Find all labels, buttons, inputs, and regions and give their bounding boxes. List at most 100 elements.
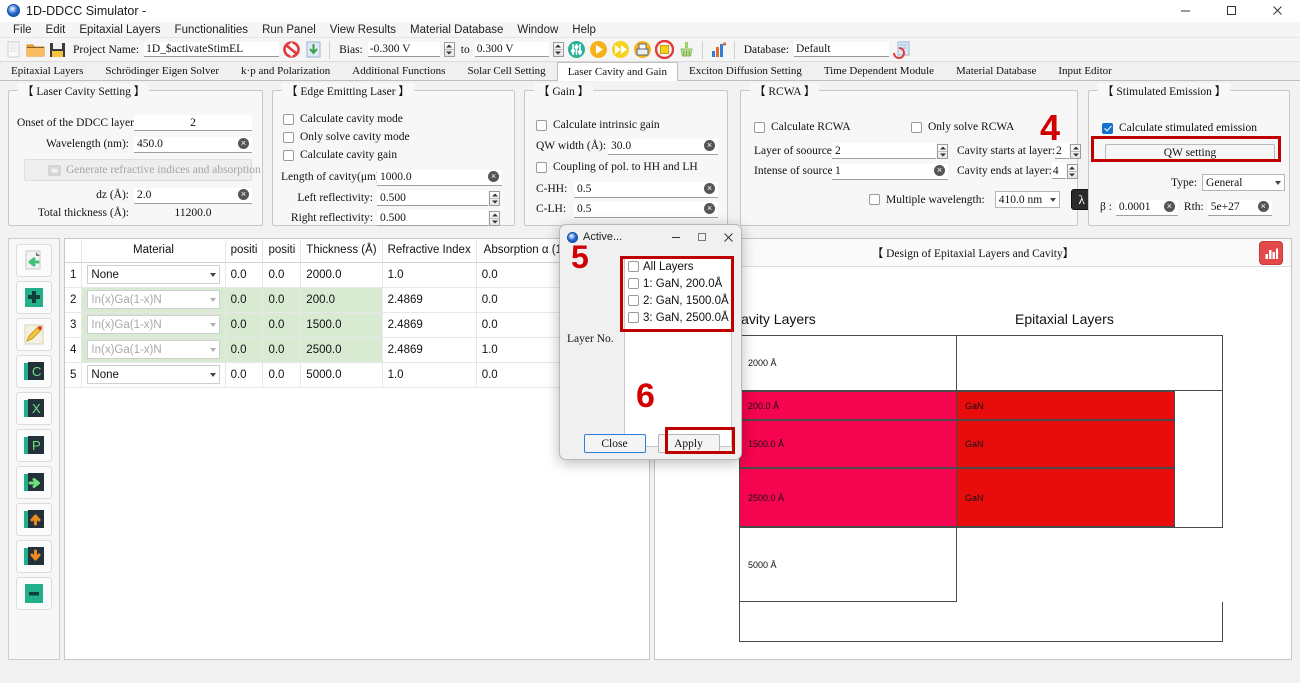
clear-rth-icon[interactable]: × bbox=[1258, 201, 1269, 212]
database-refresh-icon[interactable] bbox=[892, 40, 911, 59]
menu-item-help[interactable]: Help bbox=[565, 22, 603, 38]
paste-layer-icon[interactable]: P bbox=[16, 429, 52, 462]
menu-item-material-database[interactable]: Material Database bbox=[403, 22, 510, 38]
calculate-stimulated-emission-checkbox[interactable] bbox=[1102, 123, 1113, 134]
menu-item-view-results[interactable]: View Results bbox=[323, 22, 403, 38]
cavity-layer-cell[interactable]: 200.0 Å bbox=[739, 391, 957, 420]
cell-position-2[interactable]: 0.0 bbox=[263, 337, 301, 362]
clear-length-icon[interactable]: × bbox=[488, 171, 499, 182]
cavity-starts-stepper[interactable] bbox=[1070, 144, 1081, 159]
chh-input[interactable] bbox=[574, 182, 718, 198]
close-button[interactable]: Close bbox=[584, 434, 646, 453]
only-solve-rcwa-row[interactable]: Only solve RCWA bbox=[911, 121, 1014, 133]
tab-laser-cavity-and-gain[interactable]: Laser Cavity and Gain bbox=[557, 62, 678, 81]
coupling-pol-checkbox[interactable] bbox=[536, 162, 547, 173]
cell-position-1[interactable]: 0.0 bbox=[225, 362, 263, 387]
type-select[interactable]: General bbox=[1202, 174, 1285, 191]
add-layer-icon[interactable] bbox=[16, 281, 52, 314]
export-icon[interactable] bbox=[633, 40, 652, 59]
cell-position-1[interactable]: 0.0 bbox=[225, 287, 263, 312]
menu-item-epitaxial-layers[interactable]: Epitaxial Layers bbox=[72, 22, 167, 38]
intense-of-source-input[interactable] bbox=[832, 164, 948, 180]
column-header-material[interactable]: Material bbox=[82, 239, 225, 262]
calculate-stimulated-emission-row[interactable]: Calculate stimulated emission bbox=[1102, 122, 1257, 134]
cell-position-2[interactable]: 0.0 bbox=[263, 312, 301, 337]
stop-icon[interactable] bbox=[655, 40, 674, 59]
cell-material[interactable]: None bbox=[82, 262, 225, 287]
calculate-intrinsic-gain-row[interactable]: Calculate intrinsic gain bbox=[536, 119, 660, 131]
cavity-ends-stepper[interactable] bbox=[1067, 164, 1078, 179]
epitaxial-layer-cell[interactable]: GaN bbox=[957, 468, 1175, 527]
cell-position-1[interactable]: 0.0 bbox=[225, 312, 263, 337]
dialog-close-button[interactable] bbox=[715, 225, 741, 249]
dialog-minimize-button[interactable] bbox=[663, 225, 689, 249]
calculate-cavity-gain-row[interactable]: Calculate cavity gain bbox=[283, 149, 397, 161]
list-item[interactable]: All Layers bbox=[625, 258, 731, 275]
column-header-refractive-index[interactable]: Refractive Index bbox=[382, 239, 476, 262]
tab-kp-and-polarization[interactable]: k·p and Polarization bbox=[230, 61, 341, 80]
clear-qw-width-icon[interactable]: × bbox=[704, 140, 715, 151]
load-layers-icon[interactable] bbox=[16, 244, 52, 277]
refresh-icon[interactable] bbox=[282, 40, 301, 59]
clean-broom-icon[interactable] bbox=[677, 40, 696, 59]
layer-3-checkbox[interactable] bbox=[628, 312, 639, 323]
sliders-icon[interactable] bbox=[567, 40, 586, 59]
list-item[interactable]: 3: GaN, 2500.0Å bbox=[625, 309, 731, 326]
cell-refractive-index[interactable]: 1.0 bbox=[382, 362, 476, 387]
tab-exciton-diffusion-setting[interactable]: Exciton Diffusion Setting bbox=[678, 61, 813, 80]
clear-intense-icon[interactable]: × bbox=[934, 165, 945, 176]
delete-layer-icon[interactable] bbox=[16, 577, 52, 610]
save-disk-icon[interactable] bbox=[48, 40, 67, 59]
minimize-button[interactable] bbox=[1162, 0, 1208, 22]
tab-input-editor[interactable]: Input Editor bbox=[1047, 61, 1122, 80]
generate-refractive-button[interactable]: Generate refractive indices and absorpti… bbox=[24, 159, 252, 181]
menu-item-functionalities[interactable]: Functionalities bbox=[168, 22, 256, 38]
cavity-layer-cell[interactable]: 2000 Å bbox=[739, 335, 957, 391]
layer-1-checkbox[interactable] bbox=[628, 278, 639, 289]
bar-chart-icon[interactable] bbox=[1259, 241, 1283, 265]
clear-dz-icon[interactable]: × bbox=[238, 189, 249, 200]
only-solve-cavity-mode-row[interactable]: Only solve cavity mode bbox=[283, 131, 410, 143]
onset-input[interactable] bbox=[134, 115, 252, 131]
multiple-wavelength-checkbox[interactable] bbox=[869, 194, 880, 205]
epitaxial-layer-cell[interactable] bbox=[957, 527, 1223, 602]
insert-layer-icon[interactable] bbox=[16, 466, 52, 499]
stack-layer-row[interactable]: 2500.0 Å GaN bbox=[739, 468, 1175, 527]
cell-position-1[interactable]: 0.0 bbox=[225, 337, 263, 362]
only-solve-rcwa-checkbox[interactable] bbox=[911, 122, 922, 133]
cell-position-2[interactable]: 0.0 bbox=[263, 262, 301, 287]
clear-beta-icon[interactable]: × bbox=[1164, 201, 1175, 212]
clear-clh-icon[interactable]: × bbox=[704, 203, 715, 214]
cell-material[interactable]: None bbox=[82, 362, 225, 387]
bar-chart-icon[interactable] bbox=[709, 40, 728, 59]
menu-item-window[interactable]: Window bbox=[510, 22, 565, 38]
tab-material-database[interactable]: Material Database bbox=[945, 61, 1047, 80]
layer-of-source-stepper[interactable] bbox=[937, 144, 948, 159]
left-reflectivity-input[interactable] bbox=[377, 190, 488, 206]
cavity-layer-cell[interactable]: 1500.0 Å bbox=[739, 420, 957, 468]
tab-solar-cell-setting[interactable]: Solar Cell Setting bbox=[456, 61, 556, 80]
open-folder-icon[interactable] bbox=[26, 40, 45, 59]
bias-to-input[interactable] bbox=[475, 42, 549, 57]
column-header-thickness[interactable]: Thickness (Å) bbox=[301, 239, 382, 262]
cut-layer-icon[interactable]: X bbox=[16, 392, 52, 425]
list-item[interactable]: 2: GaN, 1500.0Å bbox=[625, 292, 731, 309]
material-combo[interactable]: None bbox=[87, 265, 219, 284]
calculate-cavity-mode-checkbox[interactable] bbox=[283, 114, 294, 125]
move-up-icon[interactable] bbox=[16, 503, 52, 536]
column-header-position-2[interactable]: positi bbox=[263, 239, 301, 262]
cavity-layer-cell[interactable]: 2500.0 Å bbox=[739, 468, 957, 527]
qw-setting-button[interactable]: QW setting bbox=[1105, 144, 1275, 162]
maximize-button[interactable] bbox=[1208, 0, 1254, 22]
apply-button[interactable]: Apply bbox=[658, 434, 720, 453]
tab-epitaxial-layers[interactable]: Epitaxial Layers bbox=[0, 61, 94, 80]
right-reflectivity-stepper[interactable] bbox=[489, 211, 500, 226]
clear-chh-icon[interactable]: × bbox=[704, 183, 715, 194]
run-play-icon[interactable] bbox=[589, 40, 608, 59]
dialog-maximize-button[interactable] bbox=[689, 225, 715, 249]
run-fast-forward-icon[interactable] bbox=[611, 40, 630, 59]
calculate-intrinsic-gain-checkbox[interactable] bbox=[536, 120, 547, 131]
bias-from-stepper[interactable] bbox=[444, 42, 455, 57]
project-name-input[interactable] bbox=[144, 42, 279, 57]
cavity-ends-input[interactable] bbox=[1052, 163, 1066, 179]
